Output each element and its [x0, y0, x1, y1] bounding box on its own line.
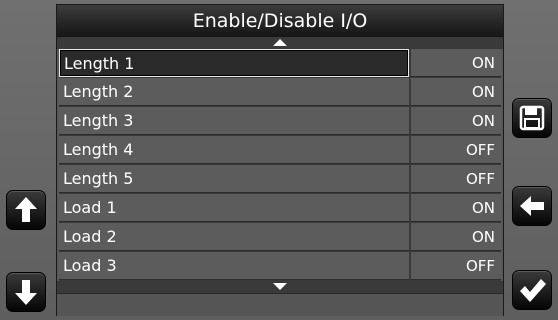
list-item[interactable]: Length 2 ON — [59, 78, 501, 107]
list-scroll-up[interactable] — [57, 37, 503, 49]
item-name: Length 1 — [59, 49, 409, 77]
save-button[interactable] — [512, 98, 552, 138]
item-value[interactable]: ON — [411, 49, 501, 77]
item-name: Load 3 — [59, 252, 409, 280]
list-item[interactable]: Load 1 ON — [59, 194, 501, 223]
item-value[interactable]: ON — [411, 223, 501, 251]
item-value[interactable]: ON — [411, 194, 501, 222]
item-name: Load 1 — [59, 194, 409, 222]
screen: Enable/Disable I/O Length 1 ON Length 2 … — [0, 0, 558, 320]
scroll-down-button[interactable] — [6, 272, 46, 312]
item-value[interactable]: ON — [411, 78, 501, 106]
page-title: Enable/Disable I/O — [57, 5, 503, 37]
list-item[interactable]: Length 1 ON — [59, 49, 501, 78]
item-name: Length 2 — [59, 78, 409, 106]
item-value[interactable]: ON — [411, 107, 501, 135]
list-item[interactable]: Length 3 ON — [59, 107, 501, 136]
triangle-up-icon — [273, 39, 287, 46]
status-footer — [57, 293, 503, 316]
back-button[interactable] — [512, 186, 552, 226]
checkmark-icon — [520, 279, 546, 302]
list-item[interactable]: Load 3 OFF — [59, 252, 501, 281]
list-item[interactable]: Load 2 ON — [59, 223, 501, 252]
confirm-button[interactable] — [512, 270, 552, 310]
item-name: Length 5 — [59, 165, 409, 193]
list-item[interactable]: Length 4 OFF — [59, 136, 501, 165]
item-value[interactable]: OFF — [411, 136, 501, 164]
io-list: Length 1 ON Length 2 ON Length 3 ON Leng… — [59, 49, 501, 281]
list-item[interactable]: Length 5 OFF — [59, 165, 501, 194]
triangle-down-icon — [273, 283, 287, 290]
arrow-down-icon — [15, 280, 37, 305]
floppy-disk-icon — [519, 105, 545, 131]
item-name: Length 3 — [59, 107, 409, 135]
scroll-up-button[interactable] — [6, 190, 46, 230]
io-panel: Enable/Disable I/O Length 1 ON Length 2 … — [56, 4, 504, 316]
arrow-left-icon — [520, 196, 544, 216]
list-scroll-down[interactable] — [57, 281, 503, 293]
item-value[interactable]: OFF — [411, 165, 501, 193]
item-value[interactable]: OFF — [411, 252, 501, 280]
item-name: Length 4 — [59, 136, 409, 164]
arrow-up-icon — [15, 197, 37, 222]
item-name: Load 2 — [59, 223, 409, 251]
